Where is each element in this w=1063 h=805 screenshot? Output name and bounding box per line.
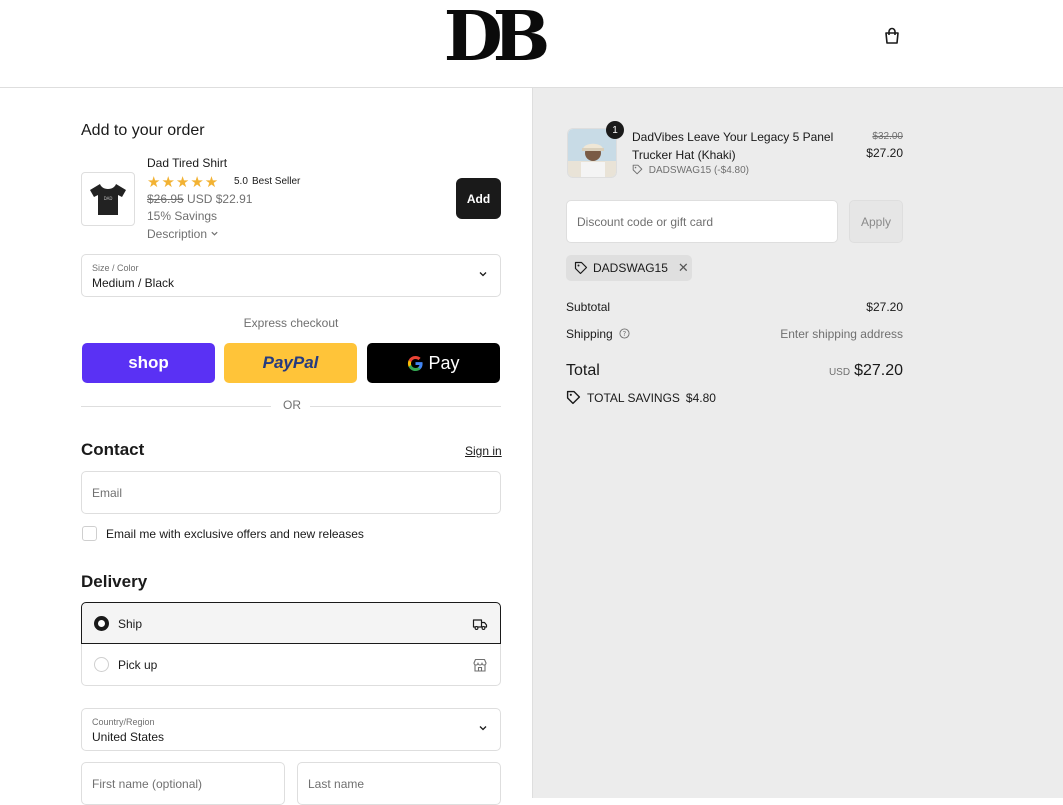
description-label: Description [147, 227, 208, 241]
savings-text: 15% Savings [147, 209, 218, 223]
order-summary: 1 DadVibes Leave Your Legacy 5 Panel Tru… [532, 88, 1063, 798]
shopping-bag-icon[interactable] [882, 26, 902, 46]
chevron-down-icon [211, 231, 218, 236]
subtotal-value: $27.20 [866, 300, 903, 314]
paypal-logo: PayPal [262, 353, 319, 372]
ship-radio[interactable] [94, 616, 109, 631]
applied-code: DADSWAG15 [593, 261, 668, 275]
store-logo[interactable]: DB [440, 0, 550, 77]
subtotal-label: Subtotal [566, 300, 611, 314]
delivery-heading: Delivery [81, 572, 148, 591]
variant-value: Medium / Black [92, 276, 175, 290]
or-divider-label: OR [283, 398, 301, 412]
email-field[interactable]: Email [81, 471, 501, 514]
rating-value: 5.0 [234, 176, 248, 187]
chevron-down-icon [479, 726, 487, 731]
country-select[interactable]: Country/Region United States [81, 708, 501, 751]
upsell-product-image: DAD [81, 172, 135, 226]
delivery-option-ship[interactable]: Ship [81, 602, 501, 644]
marketing-checkbox[interactable] [82, 526, 97, 541]
item-discount: DADSWAG15 (-$4.80) [632, 164, 749, 176]
sign-in-link[interactable]: Sign in [465, 444, 502, 458]
last-name-field[interactable]: Last name [297, 762, 501, 805]
currency-code: USD [187, 192, 213, 206]
item-title: DadVibes Leave Your Legacy 5 Panel Truck… [632, 130, 834, 162]
shop-pay-button[interactable]: shop [82, 343, 215, 383]
delivery-option-pickup[interactable]: Pick up [81, 644, 501, 686]
item-discount-text: DADSWAG15 (-$4.80) [648, 165, 749, 176]
svg-text:?: ? [623, 330, 627, 338]
gpay-label: Pay [428, 352, 460, 373]
discount-placeholder: Discount code or gift card [577, 215, 714, 229]
shipping-value: Enter shipping address [780, 327, 903, 341]
paypal-button[interactable]: PayPal [224, 343, 357, 383]
item-price: $27.20 [866, 146, 903, 160]
discount-code-input[interactable]: Discount code or gift card [566, 200, 838, 243]
total-savings-label: TOTAL SAVINGS [587, 390, 680, 405]
tag-icon [574, 261, 588, 275]
email-placeholder: Email [92, 486, 123, 500]
description-toggle[interactable]: Description [147, 227, 219, 241]
total-value: $27.20 [854, 362, 903, 379]
first-name-field[interactable]: First name (optional) [81, 762, 285, 805]
country-value: United States [92, 730, 165, 744]
shipping-row: Shipping ? [566, 327, 630, 341]
country-label: Country/Region [92, 717, 155, 727]
upsell-heading: Add to your order [81, 122, 205, 139]
header: DB [0, 0, 1063, 88]
divider-right [310, 406, 501, 407]
upsell-price: $26.95 USD $22.91 [147, 192, 252, 206]
remove-discount-icon[interactable]: ✕ [678, 260, 689, 276]
truck-icon [472, 619, 488, 630]
contact-heading: Contact [81, 440, 145, 459]
applied-discount-chip: DADSWAG15 ✕ [566, 255, 692, 281]
quantity-badge: 1 [606, 121, 624, 139]
total-savings: TOTAL SAVINGS $4.80 [566, 390, 716, 405]
store-icon [473, 658, 487, 672]
tag-icon [632, 164, 643, 175]
total-savings-value: $4.80 [685, 390, 716, 405]
sale-price: $22.91 [215, 192, 253, 206]
variant-select[interactable]: Size / Color Medium / Black [81, 254, 501, 297]
checkout-form: Add to your order DAD Dad Tired Shirt ★★… [0, 88, 532, 805]
total-currency: USD [828, 367, 851, 378]
total-amount: USD $27.20 [773, 362, 903, 380]
rating-stars: ★★★★★ [147, 174, 220, 191]
upsell-product-title[interactable]: Dad Tired Shirt [147, 156, 227, 170]
tshirt-icon: DAD [90, 184, 126, 215]
chevron-down-icon [479, 272, 487, 277]
shipping-label: Shipping [566, 327, 613, 341]
pickup-radio[interactable] [94, 657, 109, 672]
apply-button[interactable]: Apply [849, 200, 903, 243]
ship-label: Ship [118, 617, 143, 631]
express-checkout-label: Express checkout [243, 316, 339, 330]
original-price: $26.95 [147, 192, 184, 206]
best-seller-badge: Best Seller [252, 176, 301, 187]
google-g-icon [408, 355, 424, 371]
variant-label: Size / Color [92, 263, 139, 273]
first-name-placeholder: First name (optional) [92, 777, 203, 791]
add-upsell-button[interactable]: Add [456, 178, 501, 219]
pickup-label: Pick up [118, 658, 158, 672]
help-icon[interactable]: ? [619, 328, 630, 339]
last-name-placeholder: Last name [308, 777, 365, 791]
tag-icon [566, 390, 581, 405]
google-pay-button[interactable]: Pay [367, 343, 500, 383]
divider-left [81, 406, 271, 407]
svg-text:DAD: DAD [104, 196, 113, 201]
total-label: Total [566, 362, 600, 379]
marketing-label: Email me with exclusive offers and new r… [106, 527, 364, 541]
item-original-price: $32.00 [872, 131, 903, 142]
